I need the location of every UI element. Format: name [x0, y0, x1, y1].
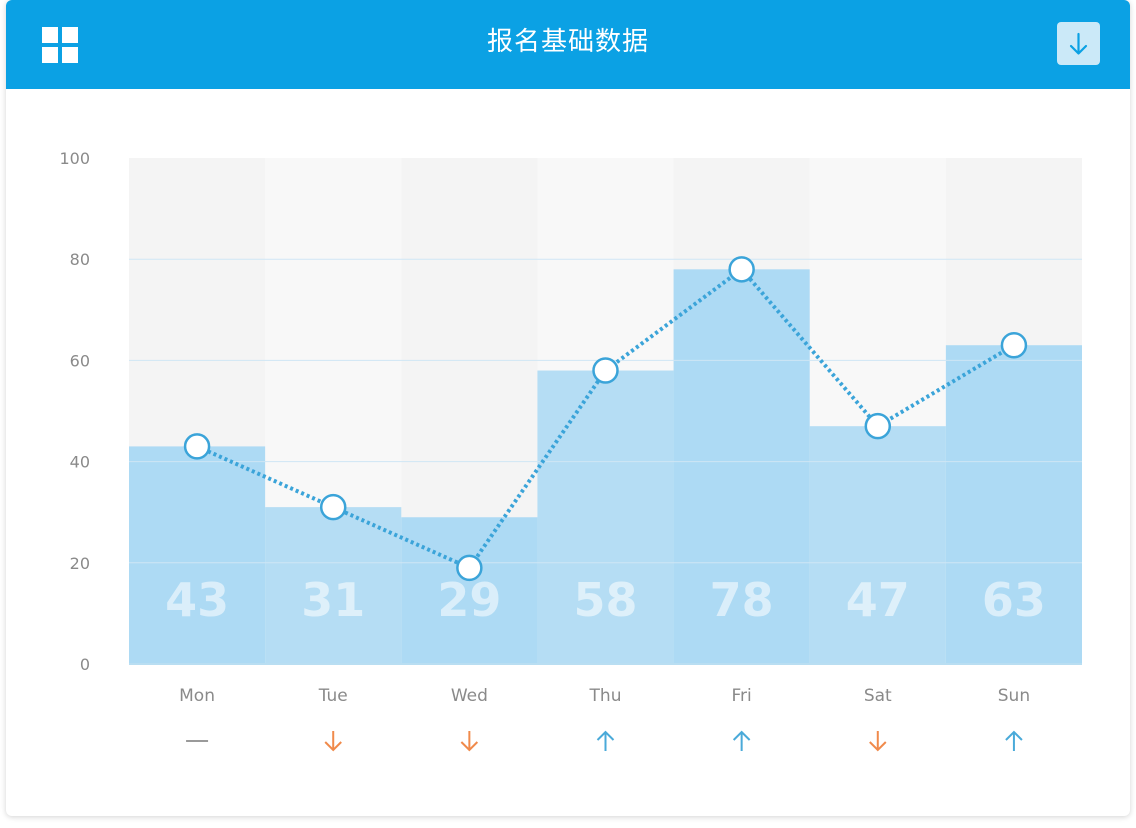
data-label: 43 [165, 573, 229, 627]
chart-card: 报名基础数据 0 20 40 60 80 100 43 31 29 58 78 47 63 Mon Tue W… [6, 0, 1130, 816]
data-label: 47 [846, 573, 910, 627]
x-tick-label: Tue [318, 686, 348, 706]
x-tick-label: Thu [589, 686, 622, 706]
x-tick-label: Sun [998, 686, 1030, 706]
data-point [592, 357, 619, 384]
data-point [319, 493, 347, 521]
x-tick-label: Wed [451, 686, 488, 706]
data-point [864, 412, 892, 440]
y-tick-label: 0 [80, 655, 90, 674]
y-tick-label: 60 [70, 351, 90, 370]
data-point [183, 433, 211, 460]
y-tick-label: 100 [59, 149, 90, 168]
x-tick-label: Sat [864, 686, 892, 706]
x-tick-label: Mon [179, 686, 215, 706]
y-tick-label: 80 [70, 250, 90, 269]
bar [129, 446, 266, 664]
arrow-down-icon [460, 731, 479, 752]
arrow-up-icon [1005, 730, 1023, 751]
x-tick-label: Fri [732, 686, 752, 706]
y-tick-label: 20 [70, 554, 90, 573]
data-label: 78 [710, 573, 774, 627]
data-label: 63 [982, 573, 1046, 627]
arrow-down-icon [324, 731, 342, 752]
data-point [1000, 331, 1028, 359]
arrow-up-icon [596, 730, 615, 751]
arrow-up-icon [732, 730, 751, 751]
data-label: 58 [573, 573, 637, 627]
arrow-down-icon [869, 731, 887, 752]
data-label: 31 [301, 573, 365, 627]
data-point [728, 256, 755, 283]
y-tick-label: 40 [70, 453, 90, 472]
data-point [456, 554, 483, 582]
bar-line-chart: 02040608010043 31 29 58 78 47 63Mon Tue Wed Thu Fr… [59, 149, 1082, 752]
